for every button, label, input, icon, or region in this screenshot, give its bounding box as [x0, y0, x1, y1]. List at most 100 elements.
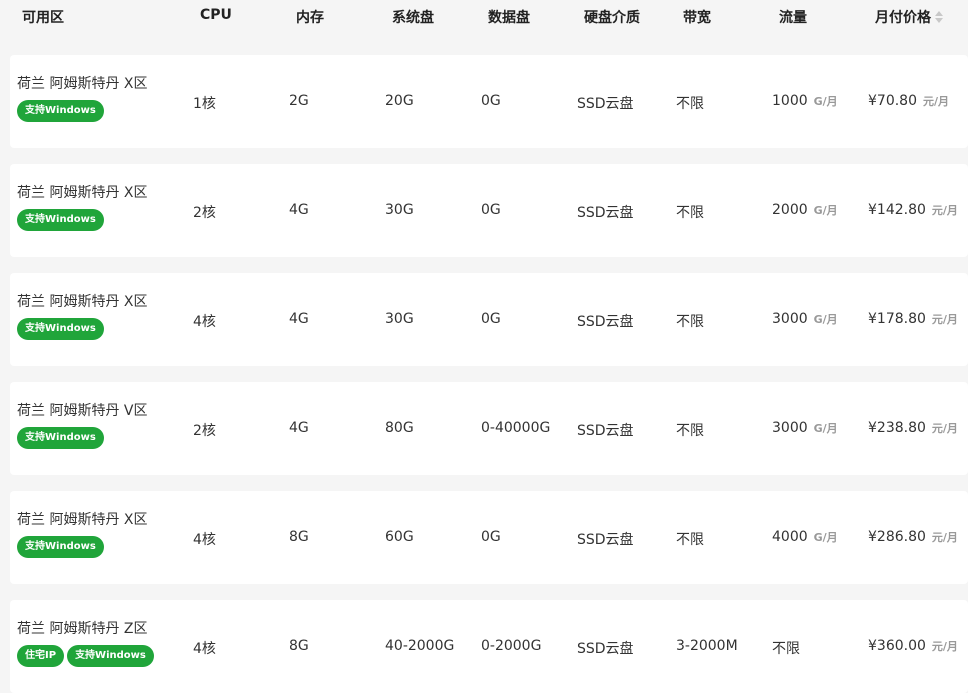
feature-tag: 支持Windows — [17, 427, 104, 449]
price-unit: 元/月 — [931, 531, 958, 544]
traffic-value: 1000 — [772, 93, 808, 109]
price-value: ¥286.80 — [868, 529, 926, 545]
price-unit: 元/月 — [923, 95, 950, 108]
system-disk-value: 60G — [385, 529, 414, 545]
zone-name: 荷兰 阿姆斯特丹 X区 — [17, 76, 148, 92]
data-disk-value: 0-2000G — [481, 638, 542, 654]
memory-value: 2G — [289, 93, 309, 109]
tag-list: 支持Windows — [17, 98, 107, 122]
data-disk-value: 0G — [481, 93, 501, 109]
table-row[interactable]: 荷兰 阿姆斯特丹 X区 支持Windows 4核 4G 30G 0G SSD云盘… — [10, 273, 968, 366]
traffic-cell: 2000 G/月 — [772, 202, 838, 218]
price-cell: ¥238.80 元/月 — [868, 420, 958, 436]
bandwidth-value: 不限 — [676, 205, 704, 221]
disk-media-value: SSD云盘 — [577, 205, 634, 221]
feature-tag: 支持Windows — [17, 318, 104, 340]
bandwidth-value: 不限 — [676, 314, 704, 330]
memory-value: 8G — [289, 529, 309, 545]
disk-media-value: SSD云盘 — [577, 96, 634, 112]
traffic-value: 不限 — [772, 641, 800, 657]
feature-tag: 支持Windows — [17, 100, 104, 122]
price-cell: ¥178.80 元/月 — [868, 311, 958, 327]
traffic-cell: 1000 G/月 — [772, 93, 838, 109]
header-system-disk: 系统盘 — [392, 10, 434, 26]
price-value: ¥142.80 — [868, 202, 926, 218]
table-row[interactable]: 荷兰 阿姆斯特丹 Z区 住宅IP 支持Windows 4核 8G 40-2000G… — [10, 600, 968, 693]
cpu-value: 2核 — [193, 423, 216, 439]
table-header: 可用区 CPU 内存 系统盘 数据盘 硬盘介质 带宽 流量 月付价格 — [0, 0, 968, 34]
header-price: 月付价格 — [875, 10, 931, 26]
data-disk-value: 0G — [481, 529, 501, 545]
cpu-value: 1核 — [193, 96, 216, 112]
bandwidth-value: 不限 — [676, 96, 704, 112]
disk-media-value: SSD云盘 — [577, 641, 634, 657]
disk-media-value: SSD云盘 — [577, 314, 634, 330]
zone-name: 荷兰 阿姆斯特丹 Z区 — [17, 621, 148, 637]
price-unit: 元/月 — [931, 313, 958, 326]
feature-tag: 支持Windows — [17, 536, 104, 558]
sort-icon[interactable] — [935, 10, 943, 24]
header-disk-media: 硬盘介质 — [584, 10, 640, 26]
system-disk-value: 40-2000G — [385, 638, 455, 654]
table-row[interactable]: 荷兰 阿姆斯特丹 X区 支持Windows 1核 2G 20G 0G SSD云盘… — [10, 55, 968, 148]
cpu-value: 4核 — [193, 314, 216, 330]
data-disk-value: 0-40000G — [481, 420, 551, 436]
system-disk-value: 30G — [385, 311, 414, 327]
price-unit: 元/月 — [931, 422, 958, 435]
feature-tag: 住宅IP — [17, 645, 65, 667]
traffic-cell: 3000 G/月 — [772, 420, 838, 436]
price-value: ¥238.80 — [868, 420, 926, 436]
price-value: ¥360.00 — [868, 638, 926, 654]
cpu-value: 2核 — [193, 205, 216, 221]
zone-name: 荷兰 阿姆斯特丹 X区 — [17, 294, 148, 310]
tag-list: 支持Windows — [17, 207, 107, 231]
traffic-value: 2000 — [772, 202, 808, 218]
traffic-unit: G/月 — [813, 204, 838, 217]
header-cpu: CPU — [200, 7, 232, 23]
memory-value: 4G — [289, 420, 309, 436]
memory-value: 4G — [289, 202, 309, 218]
table-row[interactable]: 荷兰 阿姆斯特丹 V区 支持Windows 2核 4G 80G 0-40000G… — [10, 382, 968, 475]
price-unit: 元/月 — [931, 204, 958, 217]
tag-list: 住宅IP 支持Windows — [17, 643, 157, 667]
cpu-value: 4核 — [193, 641, 216, 657]
traffic-cell: 4000 G/月 — [772, 529, 838, 545]
traffic-unit: G/月 — [813, 95, 838, 108]
traffic-value: 4000 — [772, 529, 808, 545]
table-row[interactable]: 荷兰 阿姆斯特丹 X区 支持Windows 4核 8G 60G 0G SSD云盘… — [10, 491, 968, 584]
disk-media-value: SSD云盘 — [577, 423, 634, 439]
data-disk-value: 0G — [481, 311, 501, 327]
tag-list: 支持Windows — [17, 425, 107, 449]
price-value: ¥70.80 — [868, 93, 917, 109]
system-disk-value: 80G — [385, 420, 414, 436]
traffic-value: 3000 — [772, 311, 808, 327]
feature-tag: 支持Windows — [17, 209, 104, 231]
price-cell: ¥360.00 元/月 — [868, 638, 958, 654]
system-disk-value: 30G — [385, 202, 414, 218]
zone-name: 荷兰 阿姆斯特丹 X区 — [17, 512, 148, 528]
header-data-disk: 数据盘 — [488, 10, 530, 26]
traffic-unit: G/月 — [813, 531, 838, 544]
price-unit: 元/月 — [931, 640, 958, 653]
bandwidth-value: 不限 — [676, 532, 704, 548]
header-price-sort[interactable]: 月付价格 — [875, 7, 943, 27]
header-bandwidth: 带宽 — [683, 10, 711, 26]
tag-list: 支持Windows — [17, 316, 107, 340]
price-cell: ¥70.80 元/月 — [868, 93, 949, 109]
price-cell: ¥286.80 元/月 — [868, 529, 958, 545]
bandwidth-value: 3-2000M — [676, 638, 738, 654]
data-disk-value: 0G — [481, 202, 501, 218]
header-memory: 内存 — [296, 10, 324, 26]
traffic-cell: 不限 — [772, 638, 800, 658]
price-value: ¥178.80 — [868, 311, 926, 327]
memory-value: 4G — [289, 311, 309, 327]
system-disk-value: 20G — [385, 93, 414, 109]
feature-tag: 支持Windows — [67, 645, 154, 667]
header-zone: 可用区 — [22, 10, 64, 26]
cpu-value: 4核 — [193, 532, 216, 548]
zone-name: 荷兰 阿姆斯特丹 X区 — [17, 185, 148, 201]
table-row[interactable]: 荷兰 阿姆斯特丹 X区 支持Windows 2核 4G 30G 0G SSD云盘… — [10, 164, 968, 257]
tag-list: 支持Windows — [17, 534, 107, 558]
memory-value: 8G — [289, 638, 309, 654]
price-cell: ¥142.80 元/月 — [868, 202, 958, 218]
